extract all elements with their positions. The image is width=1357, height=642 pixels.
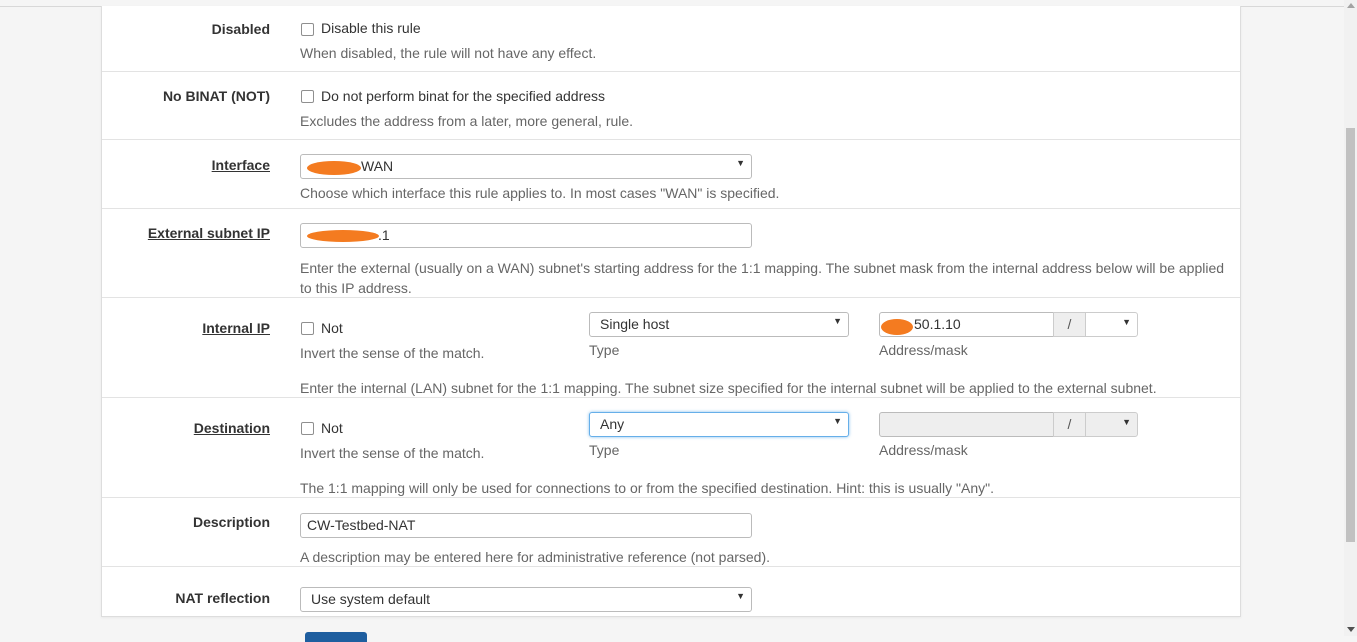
- nobinat-label: No BINAT (NOT): [162, 88, 270, 104]
- row-external-ip: External subnet IP .1 Enter the external…: [102, 209, 1240, 298]
- destination-type-value: Any: [600, 416, 625, 432]
- destination-slash-addon: /: [1053, 412, 1086, 437]
- redaction-mark: [307, 230, 379, 242]
- destination-not-checkbox[interactable]: [301, 422, 314, 435]
- save-button[interactable]: [305, 632, 367, 642]
- redaction-mark: [881, 319, 913, 335]
- internal-invert-help: Invert the sense of the match.: [300, 345, 485, 361]
- interface-label: Interface: [211, 157, 270, 173]
- internal-address-label: Address/mask: [879, 342, 968, 358]
- description-input[interactable]: CW-Testbed-NAT: [300, 513, 752, 538]
- row-interface: Interface WAN ▼ Choose which interface t…: [102, 140, 1240, 209]
- destination-not-label[interactable]: Not: [321, 420, 343, 436]
- chevron-down-icon: ▼: [833, 416, 842, 426]
- destination-invert-help: Invert the sense of the match.: [300, 445, 485, 461]
- external-ip-input[interactable]: .1: [300, 223, 752, 248]
- external-ip-value: .1: [378, 227, 390, 243]
- row-disabled: Disabled Disable this rule When disabled…: [102, 6, 1240, 72]
- row-destination: Destination Not Invert the sense of the …: [102, 398, 1240, 498]
- scroll-down-icon[interactable]: [1347, 627, 1355, 632]
- destination-address-label: Address/mask: [879, 442, 968, 458]
- internal-ip-label: Internal IP: [202, 320, 270, 336]
- description-value: CW-Testbed-NAT: [307, 517, 416, 533]
- chevron-down-icon: ▼: [736, 591, 745, 601]
- destination-type-select[interactable]: Any ▼: [589, 412, 849, 437]
- nat-reflection-label: NAT reflection: [175, 590, 270, 606]
- description-label: Description: [192, 514, 270, 530]
- internal-type-value: Single host: [600, 316, 670, 332]
- interface-select-value: WAN: [361, 158, 394, 174]
- internal-not-label[interactable]: Not: [321, 320, 343, 336]
- chevron-down-icon: ▼: [736, 158, 745, 168]
- interface-help: Choose which interface this rule applies…: [300, 185, 780, 201]
- description-help: A description may be entered here for ad…: [300, 549, 771, 565]
- disabled-label: Disabled: [211, 21, 270, 37]
- vertical-scrollbar[interactable]: [1344, 0, 1357, 636]
- external-ip-help: Enter the external (usually on a WAN) su…: [300, 260, 1225, 296]
- nobinat-checkbox-label[interactable]: Do not perform binat for the specified a…: [321, 88, 605, 104]
- internal-slash-addon: /: [1053, 312, 1086, 337]
- chevron-down-icon: ▼: [833, 316, 842, 326]
- scroll-up-icon[interactable]: [1347, 3, 1355, 8]
- external-ip-label: External subnet IP: [147, 225, 270, 241]
- internal-type-label: Type: [589, 342, 620, 358]
- destination-label: Destination: [193, 420, 270, 436]
- internal-not-checkbox[interactable]: [301, 322, 314, 335]
- internal-type-select[interactable]: Single host ▼: [589, 312, 849, 337]
- redaction-mark: [307, 161, 361, 175]
- destination-help: The 1:1 mapping will only be used for co…: [300, 480, 994, 496]
- chevron-down-icon: ▼: [1122, 417, 1131, 427]
- row-description: Description CW-Testbed-NAT A description…: [102, 498, 1240, 567]
- destination-address-input[interactable]: [879, 412, 1054, 437]
- nat-reflection-select[interactable]: Use system default ▼: [300, 587, 752, 612]
- disabled-checkbox-label[interactable]: Disable this rule: [321, 20, 421, 36]
- form-panel: Disabled Disable this rule When disabled…: [101, 6, 1241, 617]
- scrollbar-thumb[interactable]: [1346, 128, 1355, 542]
- destination-type-label: Type: [589, 442, 620, 458]
- internal-help: Enter the internal (LAN) subnet for the …: [300, 380, 1157, 396]
- chevron-down-icon: ▼: [1122, 317, 1131, 327]
- nobinat-checkbox[interactable]: [301, 90, 314, 103]
- nat-reflection-value: Use system default: [311, 591, 431, 607]
- internal-mask-select[interactable]: ▼: [1085, 312, 1138, 337]
- nobinat-help: Excludes the address from a later, more …: [300, 113, 634, 129]
- interface-select[interactable]: WAN ▼: [300, 154, 752, 179]
- disabled-help: When disabled, the rule will not have an…: [300, 45, 597, 61]
- row-nobinat: No BINAT (NOT) Do not perform binat for …: [102, 72, 1240, 140]
- internal-address-input[interactable]: 50.1.10: [879, 312, 1054, 337]
- row-internal-ip: Internal IP Not Invert the sense of the …: [102, 298, 1240, 398]
- row-nat-reflection: NAT reflection Use system default ▼: [102, 567, 1240, 617]
- internal-address-value: 50.1.10: [914, 316, 961, 332]
- destination-mask-select[interactable]: ▼: [1085, 412, 1138, 437]
- disabled-checkbox[interactable]: [301, 23, 314, 36]
